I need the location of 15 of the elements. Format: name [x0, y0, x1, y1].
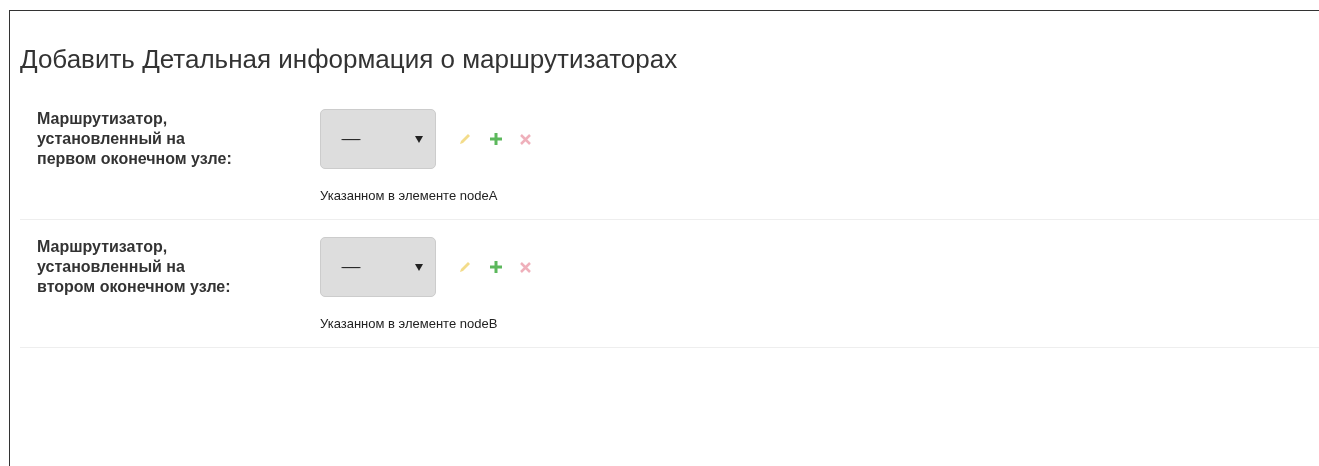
field-label: Маршрутизатор, установленный на втором оконечном узле:: [37, 237, 232, 297]
caret-icon: [415, 263, 423, 271]
add-icon[interactable]: [490, 133, 502, 145]
caret-icon: [415, 135, 423, 143]
help-text: Указанном в элементе nodeA: [320, 188, 498, 203]
page-title: Добавить Детальная информация о маршрутизаторах: [20, 43, 678, 76]
field-label: Маршрутизатор, установленный на первом оконечном узле:: [37, 109, 233, 169]
help-text: Указанном в элементе nodeB: [320, 316, 498, 331]
delete-icon[interactable]: [520, 133, 531, 145]
add-icon[interactable]: [490, 261, 502, 273]
pencil-icon[interactable]: [458, 260, 472, 274]
dropdown[interactable]: ---------: [320, 109, 436, 169]
delete-icon[interactable]: [520, 261, 531, 273]
dropdown[interactable]: ---------: [320, 237, 436, 297]
pencil-icon[interactable]: [458, 132, 472, 146]
